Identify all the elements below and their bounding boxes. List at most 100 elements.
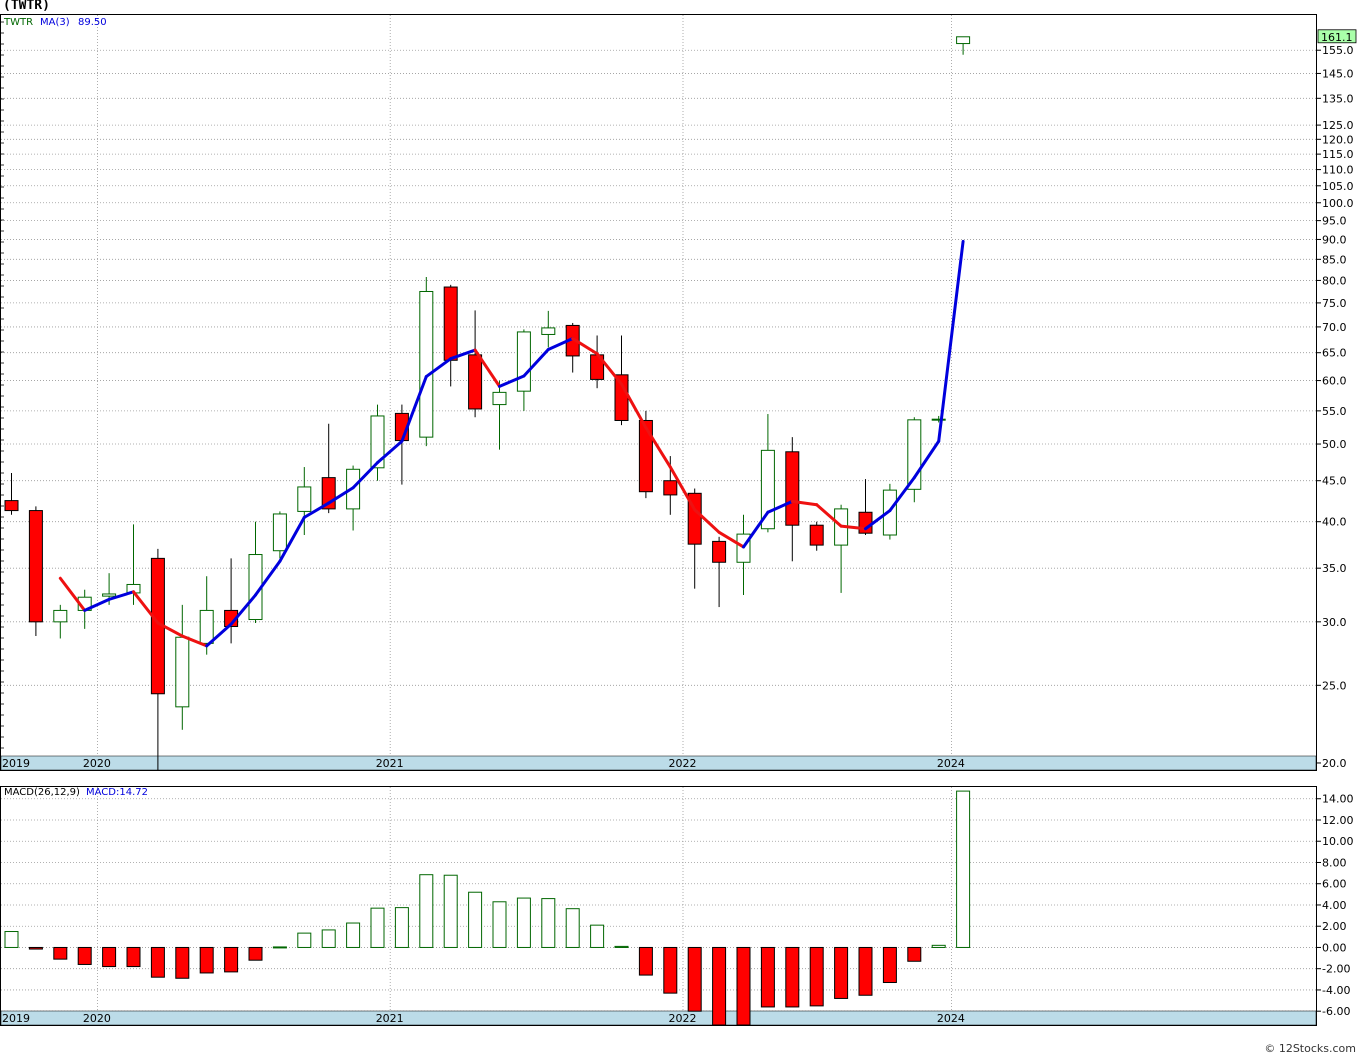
macd-bar <box>272 946 287 949</box>
last-price-label: 161.1 <box>1321 31 1353 44</box>
candle-body <box>492 391 507 406</box>
price-year-label: 2022 <box>669 757 697 770</box>
price-tick-label: 55.0 <box>1322 405 1347 418</box>
macd-tick-label: 4.00 <box>1322 899 1347 912</box>
price-year-label: 2021 <box>376 757 404 770</box>
price-tick-label: 110.0 <box>1322 164 1354 177</box>
macd-bar <box>858 946 873 996</box>
price-year-label: 2019 <box>2 757 30 770</box>
macd-bar <box>468 891 483 948</box>
price-panel-frame <box>0 14 1317 771</box>
macd-bar <box>638 946 653 976</box>
price-tick-label: 80.0 <box>1322 274 1347 287</box>
price-tick-label: 60.0 <box>1322 375 1347 388</box>
price-year-label: 2020 <box>83 757 111 770</box>
macd-tick-label: -4.00 <box>1322 984 1350 997</box>
macd-bar <box>4 931 19 948</box>
price-tick-label: 90.0 <box>1322 233 1347 246</box>
macd-bar <box>321 929 336 948</box>
macd-bar <box>834 946 849 999</box>
macd-bar <box>663 946 678 994</box>
macd-tick-label: 2.00 <box>1322 920 1347 933</box>
macd-bar <box>77 946 92 965</box>
candle-body <box>28 510 43 623</box>
macd-bar <box>175 946 190 979</box>
macd-x-axis-band <box>0 1010 1317 1026</box>
macd-bar <box>248 946 263 961</box>
price-tick-label: 30.0 <box>1322 616 1347 629</box>
price-tick-label: 115.0 <box>1322 148 1354 161</box>
macd-year-label: 2019 <box>2 1012 30 1025</box>
candle-body <box>4 500 19 512</box>
macd-bar <box>809 946 824 1007</box>
price-tick-label: 70.0 <box>1322 321 1347 334</box>
price-legend-ticker: TWTR <box>3 17 33 28</box>
price-legend-ma-value: 89.50 <box>78 17 107 28</box>
ma-line-segment <box>58 576 87 612</box>
ma-line-segment <box>937 239 965 443</box>
macd-bar <box>614 945 629 948</box>
macd-bar <box>297 932 312 948</box>
price-tick-label: 65.0 <box>1322 347 1347 360</box>
candle-body <box>419 290 434 438</box>
candle-body <box>785 451 800 526</box>
price-tick-label: 95.0 <box>1322 215 1347 228</box>
macd-legend-value: MACD:14.72 <box>86 787 148 798</box>
price-tick-label: 85.0 <box>1322 253 1347 266</box>
macd-tick-label: 12.00 <box>1322 814 1354 827</box>
macd-bar <box>150 946 165 978</box>
macd-bar <box>28 946 43 950</box>
macd-bar <box>590 924 605 948</box>
ma-line-segment <box>742 510 770 549</box>
macd-tick-label: 8.00 <box>1322 856 1347 869</box>
price-tick-label: 45.0 <box>1322 475 1347 488</box>
chart-title: (TWTR) <box>3 0 50 13</box>
candle-body <box>614 374 629 421</box>
price-tick-label: 105.0 <box>1322 180 1354 193</box>
macd-bar <box>565 908 580 948</box>
macd-bar <box>126 946 141 968</box>
price-tick-label: 145.0 <box>1322 67 1354 80</box>
candle-body <box>102 593 117 597</box>
price-tick-label: 120.0 <box>1322 133 1354 146</box>
price-legend-ma: MA(3) <box>40 17 70 28</box>
candle-body <box>443 286 458 361</box>
candle-body <box>175 636 190 708</box>
candle-body <box>53 609 68 623</box>
macd-bar <box>346 922 361 948</box>
candle-body <box>809 524 824 546</box>
macd-tick-label: 6.00 <box>1322 878 1347 891</box>
macd-bar <box>541 898 556 948</box>
candle-body <box>541 327 556 335</box>
macd-year-label: 2024 <box>937 1012 965 1025</box>
macd-year-label: 2020 <box>83 1012 111 1025</box>
price-tick-label: 25.0 <box>1322 679 1347 692</box>
candle-body <box>272 513 287 552</box>
candle-body <box>956 36 971 45</box>
price-tick-label: 155.0 <box>1322 44 1354 57</box>
macd-bar <box>736 946 751 1026</box>
candle-body <box>468 354 483 410</box>
price-tick-label: 125.0 <box>1322 119 1354 132</box>
price-tick-label: 100.0 <box>1322 197 1354 210</box>
macd-legend-name: MACD(26,12,9) <box>4 787 80 798</box>
macd-bar <box>931 944 946 948</box>
macd-bar <box>443 874 458 948</box>
macd-tick-label: 10.00 <box>1322 835 1354 848</box>
macd-bar <box>882 946 897 984</box>
price-tick-label: 135.0 <box>1322 92 1354 105</box>
macd-bar <box>956 790 971 948</box>
macd-tick-label: 14.00 <box>1322 793 1354 806</box>
price-x-axis-band <box>0 755 1317 771</box>
price-tick-label: 50.0 <box>1322 438 1347 451</box>
credit-text: © 12Stocks.com <box>1264 1042 1356 1055</box>
candle-body <box>663 480 678 496</box>
candle-body <box>297 486 312 512</box>
macd-tick-label: -6.00 <box>1322 1005 1350 1018</box>
macd-bar <box>785 946 800 1008</box>
macd-bar <box>102 946 117 968</box>
macd-bar <box>712 946 727 1026</box>
macd-bar <box>687 946 702 1012</box>
price-tick-label: 20.0 <box>1322 757 1347 770</box>
price-tick-label: 35.0 <box>1322 562 1347 575</box>
